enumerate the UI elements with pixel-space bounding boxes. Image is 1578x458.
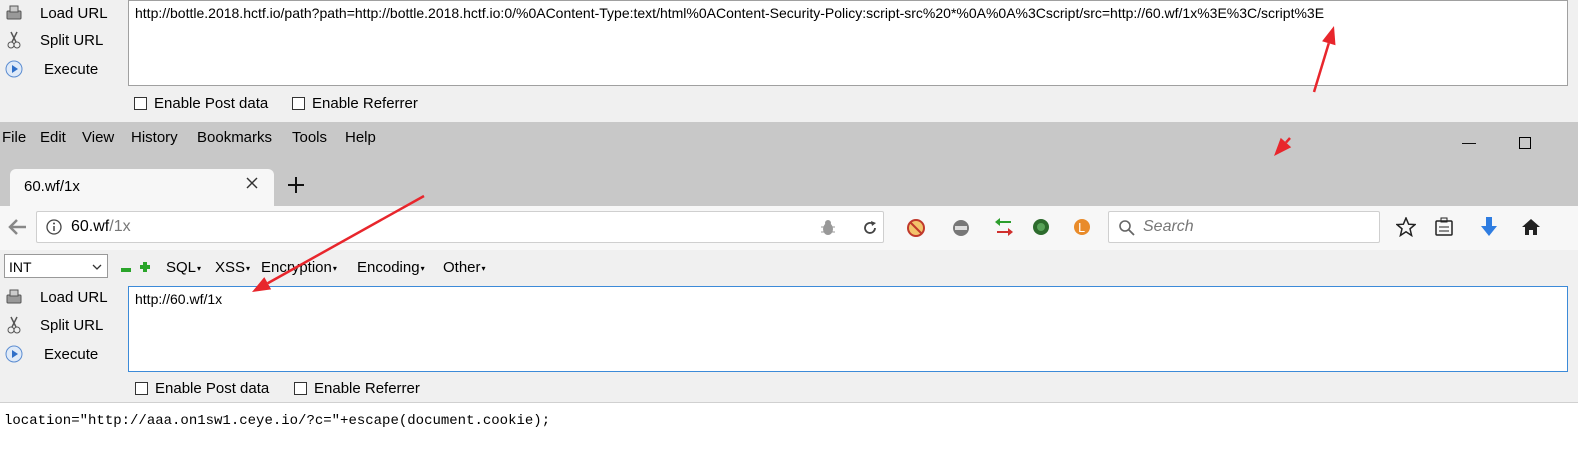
load-url-button[interactable]: Load URL [0,0,120,26]
title-menubar: File Edit View History Bookmarks Tools H… [0,122,1578,206]
execute-button[interactable]: Execute [0,56,120,82]
play-icon [5,345,23,363]
bookmark-star-icon[interactable] [1395,216,1417,241]
play-icon [5,60,23,78]
address-bar[interactable]: 60.wf/1x [36,211,884,243]
search-icon [1118,219,1136,241]
search-box[interactable]: Search [1108,211,1380,243]
minimize-button[interactable]: — [1462,134,1476,150]
bottom-url-textarea[interactable]: http://60.wf/1x [128,286,1568,372]
top-url-textarea[interactable]: http://bottle.2018.hctf.io/path?path=htt… [128,0,1568,86]
checkbox-box [292,97,305,110]
menu-history[interactable]: History [131,129,178,146]
int-select-value: INT [9,259,32,275]
menu-sql[interactable]: SQL▾ [166,259,201,276]
bottom-enable-post-checkbox[interactable]: Enable Post data [135,380,269,397]
enable-referrer-label: Enable Referrer [312,95,418,112]
chevron-down-icon [91,260,103,277]
minus-green-icon[interactable] [120,262,132,279]
checkbox-box [294,382,307,395]
navigation-bar: 60.wf/1x L Search [0,206,1578,251]
hackbar-toolbar: INT SQL▾ XSS▾ Encryption▾ Encoding▾ Othe… [0,250,1578,284]
menu-file[interactable]: File [2,129,26,146]
extension-gray-icon[interactable] [951,218,971,242]
top-enable-post-checkbox[interactable]: Enable Post data [134,95,268,112]
enable-post-label: Enable Post data [155,380,270,397]
back-arrow-icon[interactable] [6,217,28,241]
plus-green-icon[interactable] [139,260,151,277]
top-url-value: http://bottle.2018.hctf.io/path?path=htt… [135,5,1325,21]
execute-label: Execute [44,345,99,363]
top-enable-referrer-checkbox[interactable]: Enable Referrer [292,95,418,112]
home-icon[interactable] [1521,217,1541,241]
tab-title: 60.wf/1x [24,178,80,195]
load-url-icon [5,288,23,306]
bug-icon[interactable] [819,219,837,241]
load-url-label: Load URL [40,4,108,22]
info-icon[interactable] [46,219,62,239]
address-host: 60.wf [71,218,110,235]
scissors-icon [5,316,23,334]
split-url-label: Split URL [40,316,104,334]
execute-label: Execute [44,60,99,78]
menu-bookmarks[interactable]: Bookmarks [197,129,272,146]
split-url-button[interactable]: Split URL [0,27,120,53]
checkbox-box [135,382,148,395]
bottom-enable-referrer-checkbox[interactable]: Enable Referrer [294,380,420,397]
tab-60wf[interactable]: 60.wf/1x [10,169,274,206]
download-arrow-icon[interactable] [1479,216,1499,242]
menu-xss[interactable]: XSS▾ [215,259,250,276]
load-url-button[interactable]: Load URL [0,284,120,310]
reading-list-icon[interactable] [1434,217,1454,241]
bottom-hackbar-panel: Load URL Split URL Execute http://60.wf/… [0,284,1578,403]
maximize-button[interactable] [1519,136,1531,152]
reload-icon[interactable] [861,219,879,241]
search-placeholder: Search [1143,218,1194,235]
menu-help[interactable]: Help [345,129,376,146]
scissors-icon [5,31,23,49]
load-url-label: Load URL [40,288,108,306]
noscript-icon[interactable] [906,218,926,242]
menu-edit[interactable]: Edit [40,129,66,146]
page-code-text: location="http://aaa.on1sw1.ceye.io/?c="… [4,413,551,429]
split-url-button[interactable]: Split URL [0,312,120,338]
shield-green-icon[interactable] [1031,217,1051,241]
menu-view[interactable]: View [82,129,114,146]
bottom-url-value: http://60.wf/1x [135,291,223,307]
enable-post-label: Enable Post data [154,95,269,112]
load-url-icon [5,4,23,22]
top-hackbar-panel: Load URL Split URL Execute http://bottle… [0,0,1578,122]
menu-encoding[interactable]: Encoding▾ [357,259,425,276]
extension-orange-icon[interactable]: L [1072,217,1092,241]
swap-arrows-icon[interactable] [994,216,1014,242]
new-tab-plus-icon[interactable] [286,175,306,199]
address-path: /1x [109,218,131,235]
menu-other[interactable]: Other▾ [443,259,486,276]
tab-close-icon[interactable] [244,175,260,195]
execute-button[interactable]: Execute [0,341,120,367]
int-select[interactable]: INT [4,254,108,278]
enable-referrer-label: Enable Referrer [314,380,420,397]
checkbox-box [134,97,147,110]
svg-text:L: L [1078,221,1085,235]
menu-encryption[interactable]: Encryption▾ [261,259,337,276]
menu-tools[interactable]: Tools [292,129,327,146]
split-url-label: Split URL [40,31,104,49]
